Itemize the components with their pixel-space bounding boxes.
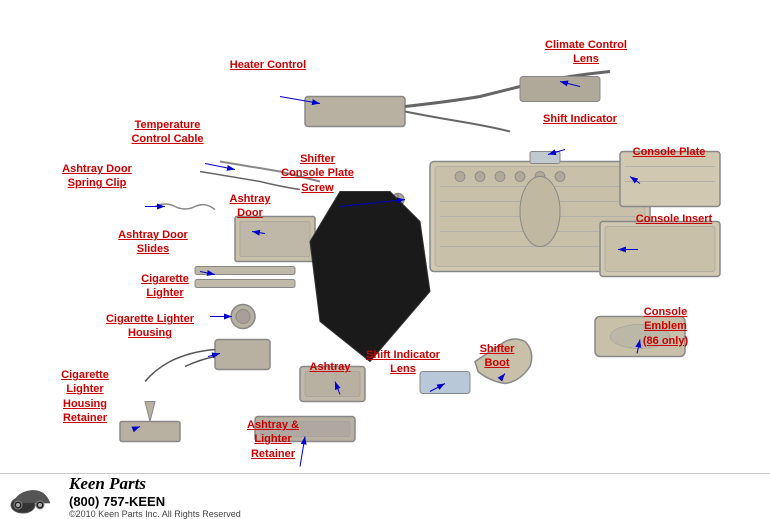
lighter-housing-part: [145, 340, 270, 382]
ashtray-door-spring-clip-label: Ashtray DoorSpring Clip: [52, 162, 142, 191]
ashtray-door-label: AshtrayDoor: [215, 192, 285, 221]
ashtray-door-slides-label: Ashtray DoorSlides: [108, 228, 198, 257]
console-plate-separate: [620, 152, 720, 207]
temperature-control-cable-label: TemperatureControl Cable: [120, 118, 215, 147]
keen-parts-logo: [8, 477, 63, 515]
shifter-console-plate-screw-label: ShifterConsole PlateScrew: [270, 152, 365, 195]
shift-indicator-label: Shift Indicator: [530, 112, 630, 126]
cigarette-lighter-part: [231, 305, 255, 329]
shifter-console-piece: [310, 192, 430, 362]
console-plate-label: Console Plate: [624, 145, 714, 159]
heater-control-label: Heater Control: [218, 58, 318, 72]
footer: Keen Parts (800) 757-KEEN ©2010 Keen Par…: [0, 473, 770, 518]
ashtray-lighter-retainer-label: Ashtray &LighterRetainer: [228, 418, 318, 461]
cigarette-lighter-housing-retainer-label: CigaretteLighterHousingRetainer: [40, 368, 130, 425]
footer-copyright: ©2010 Keen Parts Inc. All Rights Reserve…: [69, 509, 241, 519]
diagram-container: Climate Control Lens Heater Control Shif…: [0, 0, 770, 518]
ashtray-label: Ashtray: [300, 360, 360, 374]
shift-indicator-lens-label: Shift IndicatorLens: [358, 348, 448, 377]
ashtray-slides-part: [195, 267, 295, 288]
cigarette-lighter-housing-label: Cigarette LighterHousing: [100, 312, 200, 341]
ashtray-door-part: [235, 217, 315, 262]
cigarette-lighter-label: CigaretteLighter: [120, 272, 210, 301]
footer-phone: (800) 757-KEEN: [69, 494, 241, 509]
shifter-boot-label: ShifterBoot: [462, 342, 532, 371]
parts-diagram-svg: [0, 0, 770, 518]
console-insert-label: Console Insert: [624, 212, 724, 226]
shift-indicator-part: [530, 152, 560, 164]
climate-control-part: [520, 77, 600, 102]
climate-control-lens-label: Climate Control Lens: [536, 38, 636, 67]
console-emblem-label: ConsoleEmblem(86 only): [618, 305, 713, 348]
logo-text: Keen Parts: [69, 474, 241, 494]
